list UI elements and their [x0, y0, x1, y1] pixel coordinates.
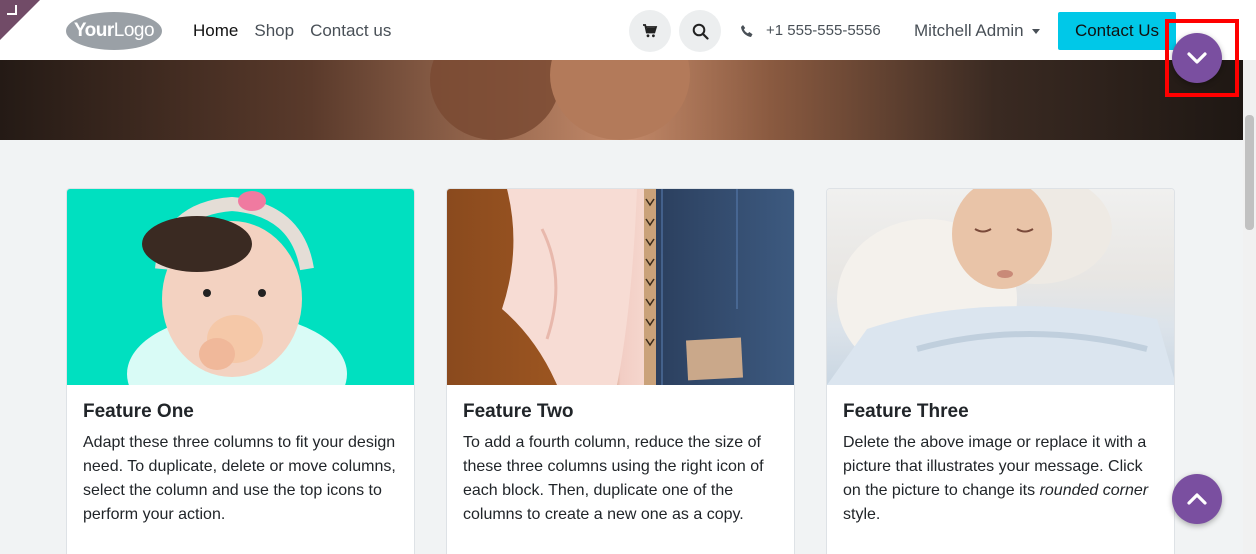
site-header: Your Logo Home Shop Contact us +1 555-555… [0, 0, 1256, 60]
site-logo[interactable]: Your Logo [66, 12, 162, 50]
feature-three-text-em: rounded corner [1039, 482, 1149, 499]
phone-icon [741, 24, 753, 37]
feature-three-text-after: style. [843, 506, 881, 523]
scrollbar-thumb[interactable] [1245, 115, 1254, 230]
feature-two-text: To add a fourth column, reduce the size … [463, 434, 764, 523]
corner-mark-icon [7, 5, 17, 15]
phone-number: +1 555-555-5556 [766, 22, 881, 39]
contact-us-button[interactable]: Contact Us [1058, 12, 1176, 50]
nav-contact[interactable]: Contact us [310, 21, 391, 41]
search-button[interactable] [679, 10, 721, 52]
user-name: Mitchell Admin [914, 21, 1024, 40]
phone-link[interactable]: +1 555-555-5556 [740, 22, 881, 39]
clothes-illustration [502, 189, 744, 385]
hero-image [0, 60, 1243, 140]
feature-card-one[interactable]: Feature One Adapt these three columns to… [66, 188, 415, 554]
feature-three-image[interactable] [827, 189, 1174, 385]
baby-eating-illustration [127, 191, 347, 385]
caret-down-icon [1031, 28, 1040, 34]
scroll-down-button[interactable] [1172, 33, 1222, 83]
main-nav: Home Shop Contact us [193, 21, 391, 41]
feature-one-image[interactable] [67, 189, 414, 385]
hero-child-face-right [550, 60, 690, 140]
edit-corner-badge[interactable] [0, 0, 40, 40]
feature-card-three[interactable]: Feature Three Delete the above image or … [826, 188, 1175, 554]
feature-one-title: Feature One [83, 401, 194, 422]
page-scrollbar[interactable] [1243, 60, 1256, 554]
chevron-down-icon [1187, 52, 1207, 64]
sleeping-baby-illustration [827, 189, 1174, 385]
scroll-to-top-button[interactable] [1172, 474, 1222, 524]
feature-three-text: Delete the above image or replace it wit… [843, 431, 1158, 527]
feature-card-two[interactable]: Feature Two To add a fourth column, redu… [446, 188, 795, 554]
hero-child-face-left [430, 60, 560, 140]
feature-one-text: Adapt these three columns to fit your de… [83, 434, 396, 523]
feature-two-title: Feature Two [463, 401, 574, 422]
feature-two-image[interactable] [447, 189, 794, 385]
feature-three-title: Feature Three [843, 401, 969, 422]
user-menu[interactable]: Mitchell Admin [914, 21, 1040, 41]
logo-bold: Your [73, 20, 114, 41]
nav-home[interactable]: Home [193, 21, 238, 41]
logo-light: Logo [113, 20, 155, 41]
search-icon [692, 23, 709, 40]
chevron-up-icon [1187, 493, 1207, 505]
nav-shop[interactable]: Shop [254, 21, 294, 41]
cart-icon [643, 24, 658, 38]
cart-button[interactable] [629, 10, 671, 52]
